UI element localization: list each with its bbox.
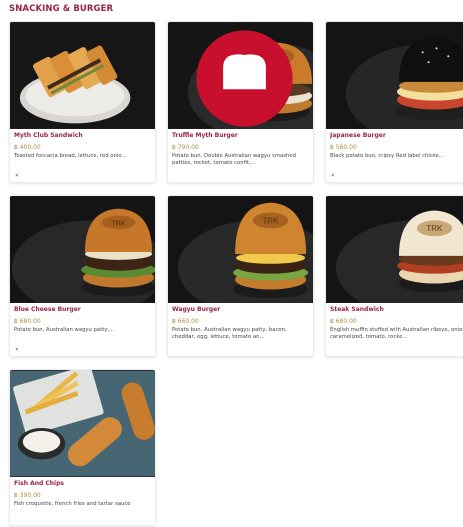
item-description: Toasted foccacia bread, lettuce, red oni… (14, 153, 127, 159)
item-photo (10, 22, 155, 129)
item-description: Potato bun, Australian wagyu patty, baco… (172, 327, 287, 340)
menu-item-card[interactable]: Japanese Burger ฿ 580.00 Black potato bu… (325, 21, 463, 183)
item-description: English muffin stuffed with Australian r… (330, 327, 463, 340)
menu-item-card[interactable]: TRK Wagyu Burger ฿ 660.00 Potato bun, Au… (167, 195, 314, 357)
item-price: ฿ 790.00 (172, 144, 199, 151)
item-description: Potato bun, Double Australian wagyu smas… (172, 153, 296, 166)
menu-item-card[interactable]: TRK Steak Sandwich ฿ 680.00 English muff… (325, 195, 463, 357)
item-price: ฿ 680.00 (330, 318, 357, 325)
svg-text:TRK: TRK (111, 220, 125, 227)
item-photo: TRK (10, 196, 155, 303)
chevron-down-icon[interactable]: » (12, 173, 20, 177)
item-description: Potato bun, Australian wagyu patty,... (14, 327, 115, 333)
menu-item-card[interactable]: Fish And Chips ฿ 390.00 Fish croquette, … (9, 369, 156, 526)
item-description: Black potato bun, cripsy Red label chick… (330, 153, 444, 159)
item-photo (326, 22, 463, 129)
item-photo (10, 370, 155, 477)
item-price: ฿ 400.00 (14, 144, 41, 151)
item-name: Steak Sandwich (330, 306, 384, 313)
item-photo: TRK (168, 196, 313, 303)
item-photo: TRK (168, 22, 313, 129)
chevron-down-icon[interactable]: » (12, 347, 20, 351)
item-name: Truffle Myth Burger (172, 132, 238, 139)
item-name: Japanese Burger (330, 132, 386, 139)
item-name: Blue Cheese Burger (14, 306, 81, 313)
item-price: ฿ 390.00 (14, 492, 41, 499)
item-price: ฿ 680.00 (14, 318, 41, 325)
chevron-down-icon[interactable]: » (328, 173, 336, 177)
item-photo: TRK (326, 196, 463, 303)
svg-text:TRK: TRK (426, 224, 442, 233)
menu-item-card[interactable]: Myth Club Sandwich ฿ 400.00 Toasted focc… (9, 21, 156, 183)
menu-item-card[interactable]: TRK Blue Cheese Burger ฿ 680.00 Potato b… (9, 195, 156, 357)
item-price: ฿ 660.00 (172, 318, 199, 325)
item-description: Fish croquette, french fries and tartar … (14, 501, 131, 507)
item-price: ฿ 580.00 (330, 144, 357, 151)
menu-item-card[interactable]: TRK Truffle Myth Burger ฿ 790.00 Potato … (167, 21, 314, 183)
item-name: Fish And Chips (14, 480, 64, 487)
section-title: SNACKING & BURGER (9, 4, 114, 14)
svg-text:TRK: TRK (262, 216, 278, 225)
chef-badge-icon (196, 30, 293, 127)
item-name: Myth Club Sandwich (14, 132, 83, 139)
item-name: Wagyu Burger (172, 306, 221, 313)
